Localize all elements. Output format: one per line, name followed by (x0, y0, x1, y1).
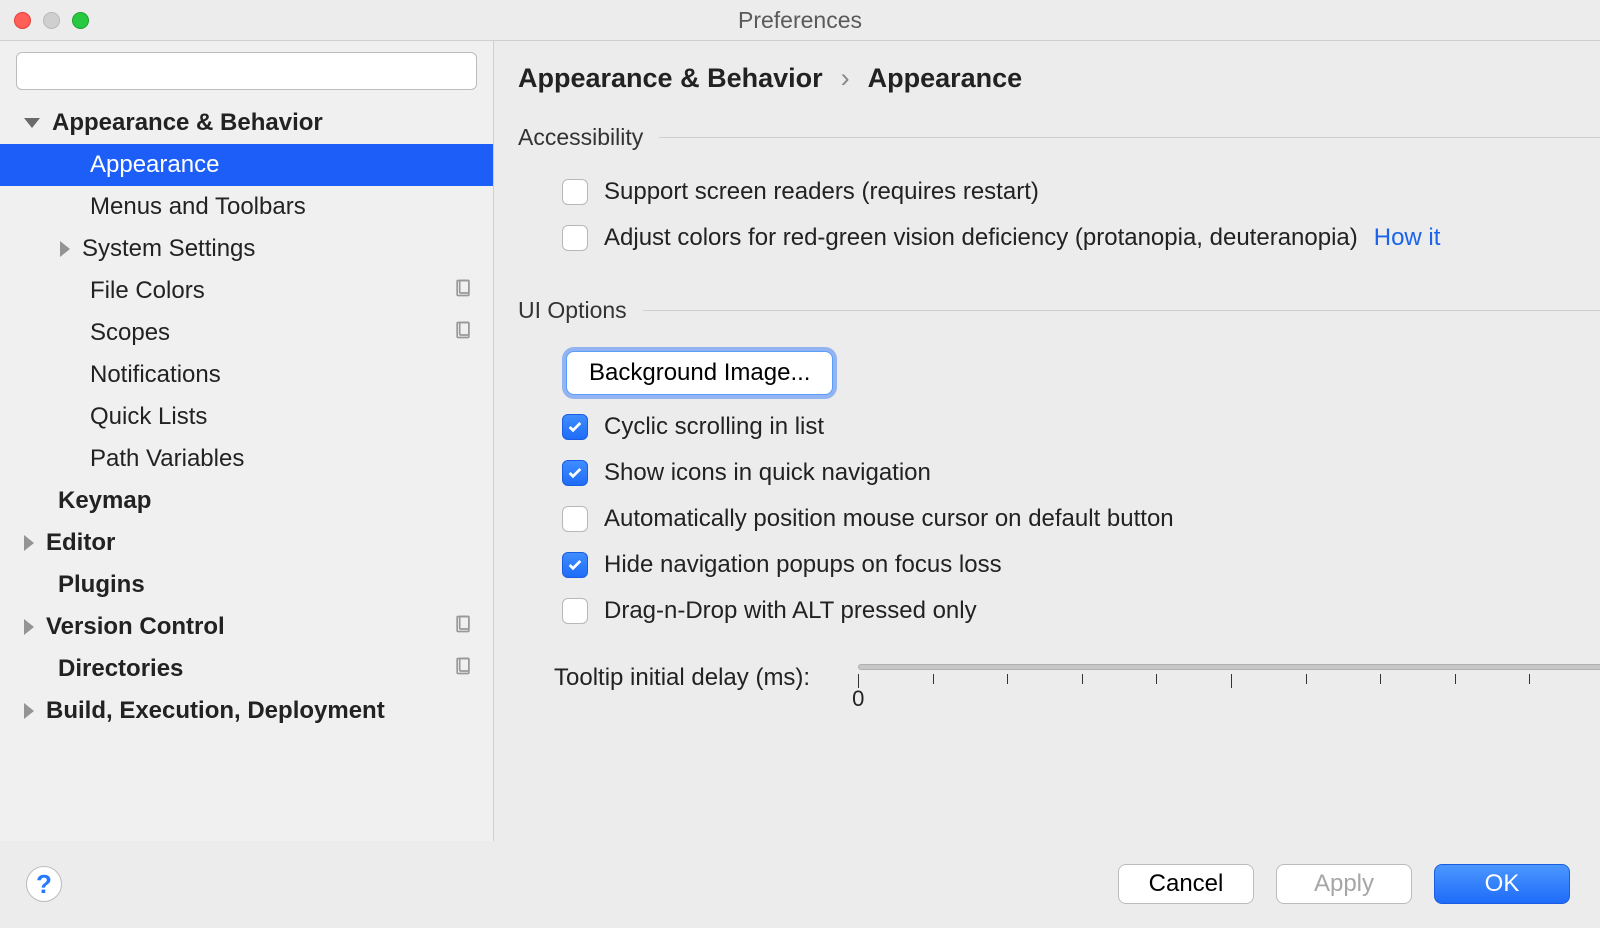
slider-label: Tooltip initial delay (ms): (554, 664, 810, 692)
apply-button[interactable]: Apply (1276, 864, 1412, 904)
search-input[interactable] (16, 52, 477, 90)
checkbox-label: Drag-n-Drop with ALT pressed only (604, 597, 977, 625)
row-drag-drop[interactable]: Drag-n-Drop with ALT pressed only (518, 588, 1600, 634)
checkbox-color-adjust[interactable] (562, 225, 588, 251)
sidebar-item-label: Path Variables (90, 445, 244, 473)
ok-button[interactable]: OK (1434, 864, 1570, 904)
sidebar-tree: Appearance & Behavior Appearance Menus a… (0, 102, 493, 732)
sidebar-item-scopes[interactable]: Scopes (0, 312, 493, 354)
divider (659, 137, 1600, 138)
breadcrumb: Appearance & Behavior › Appearance (518, 63, 1600, 94)
chevron-right-icon (24, 703, 34, 719)
sidebar-item-plugins[interactable]: Plugins (0, 564, 493, 606)
sidebar-item-label: Notifications (90, 361, 221, 389)
sidebar-item-notifications[interactable]: Notifications (0, 354, 493, 396)
tooltip-delay-slider[interactable]: 0 (858, 664, 1600, 688)
checkbox-label: Cyclic scrolling in list (604, 413, 824, 441)
row-color-adjust[interactable]: Adjust colors for red-green vision defic… (518, 215, 1600, 261)
row-bg-image: Background Image... (518, 342, 1600, 404)
row-mouse-cursor[interactable]: Automatically position mouse cursor on d… (518, 496, 1600, 542)
section-title: UI Options (518, 297, 627, 324)
chevron-down-icon (24, 118, 40, 128)
row-screen-readers[interactable]: Support screen readers (requires restart… (518, 169, 1600, 215)
sidebar-item-version-control[interactable]: Version Control (0, 606, 493, 648)
chevron-right-icon (24, 535, 34, 551)
checkbox-hide-popups[interactable] (562, 552, 588, 578)
project-settings-icon (453, 319, 473, 347)
sidebar-item-label: Menus and Toolbars (90, 193, 306, 221)
sidebar-item-appearance[interactable]: Appearance (0, 144, 493, 186)
chevron-right-icon (24, 619, 34, 635)
section-accessibility: Accessibility (518, 124, 1600, 151)
checkbox-label: Automatically position mouse cursor on d… (604, 505, 1174, 533)
sidebar-item-keymap[interactable]: Keymap (0, 480, 493, 522)
background-image-button[interactable]: Background Image... (566, 351, 833, 395)
checkbox-label: Hide navigation popups on focus loss (604, 551, 1002, 579)
sidebar-item-label: Keymap (58, 487, 151, 515)
sidebar-item-label: System Settings (82, 235, 255, 263)
sidebar-item-appearance-behavior[interactable]: Appearance & Behavior (0, 102, 493, 144)
divider (643, 310, 1600, 311)
checkbox-drag-drop[interactable] (562, 598, 588, 624)
cancel-button[interactable]: Cancel (1118, 864, 1254, 904)
link-how-it-works[interactable]: How it (1374, 224, 1441, 252)
row-show-icons[interactable]: Show icons in quick navigation (518, 450, 1600, 496)
sidebar-item-build-execution-deployment[interactable]: Build, Execution, Deployment (0, 690, 493, 732)
checkbox-cyclic-scrolling[interactable] (562, 414, 588, 440)
row-hide-popups[interactable]: Hide navigation popups on focus loss (518, 542, 1600, 588)
sidebar-item-menus-toolbars[interactable]: Menus and Toolbars (0, 186, 493, 228)
sidebar: Appearance & Behavior Appearance Menus a… (0, 41, 494, 841)
project-settings-icon (453, 613, 473, 641)
sidebar-item-label: File Colors (90, 277, 205, 305)
sidebar-item-directories[interactable]: Directories (0, 648, 493, 690)
section-ui-options: UI Options (518, 297, 1600, 324)
footer: ? Cancel Apply OK (0, 841, 1600, 927)
sidebar-item-label: Appearance (90, 151, 219, 179)
sidebar-item-label: Editor (46, 529, 115, 557)
sidebar-item-quick-lists[interactable]: Quick Lists (0, 396, 493, 438)
sidebar-item-label: Appearance & Behavior (52, 109, 323, 137)
main-panel: Appearance & Behavior › Appearance Acces… (494, 41, 1600, 841)
help-button[interactable]: ? (26, 866, 62, 902)
checkbox-screen-readers[interactable] (562, 179, 588, 205)
titlebar: Preferences (0, 0, 1600, 40)
sidebar-item-file-colors[interactable]: File Colors (0, 270, 493, 312)
sidebar-item-label: Plugins (58, 571, 145, 599)
breadcrumb-separator-icon: › (841, 63, 850, 94)
sidebar-item-label: Quick Lists (90, 403, 207, 431)
checkbox-label: Support screen readers (requires restart… (604, 178, 1039, 206)
checkbox-label: Adjust colors for red-green vision defic… (604, 224, 1358, 252)
sidebar-item-label: Directories (58, 655, 183, 683)
content-pane: Appearance & Behavior Appearance Menus a… (0, 40, 1600, 841)
sidebar-item-path-variables[interactable]: Path Variables (0, 438, 493, 480)
window-title: Preferences (0, 7, 1600, 34)
checkbox-show-icons[interactable] (562, 460, 588, 486)
row-cyclic-scrolling[interactable]: Cyclic scrolling in list (518, 404, 1600, 450)
breadcrumb-parent[interactable]: Appearance & Behavior (518, 63, 823, 94)
sidebar-item-system-settings[interactable]: System Settings (0, 228, 493, 270)
chevron-right-icon (60, 241, 70, 257)
sidebar-item-label: Scopes (90, 319, 170, 347)
checkbox-label: Show icons in quick navigation (604, 459, 931, 487)
sidebar-item-label: Build, Execution, Deployment (46, 697, 385, 725)
project-settings-icon (453, 655, 473, 683)
section-title: Accessibility (518, 124, 643, 151)
row-tooltip-delay: Tooltip initial delay (ms): 0 (518, 634, 1600, 692)
checkbox-mouse-cursor[interactable] (562, 506, 588, 532)
sidebar-item-label: Version Control (46, 613, 225, 641)
slider-tick-label: 0 (852, 686, 864, 712)
project-settings-icon (453, 277, 473, 305)
breadcrumb-current: Appearance (868, 63, 1023, 94)
sidebar-item-editor[interactable]: Editor (0, 522, 493, 564)
